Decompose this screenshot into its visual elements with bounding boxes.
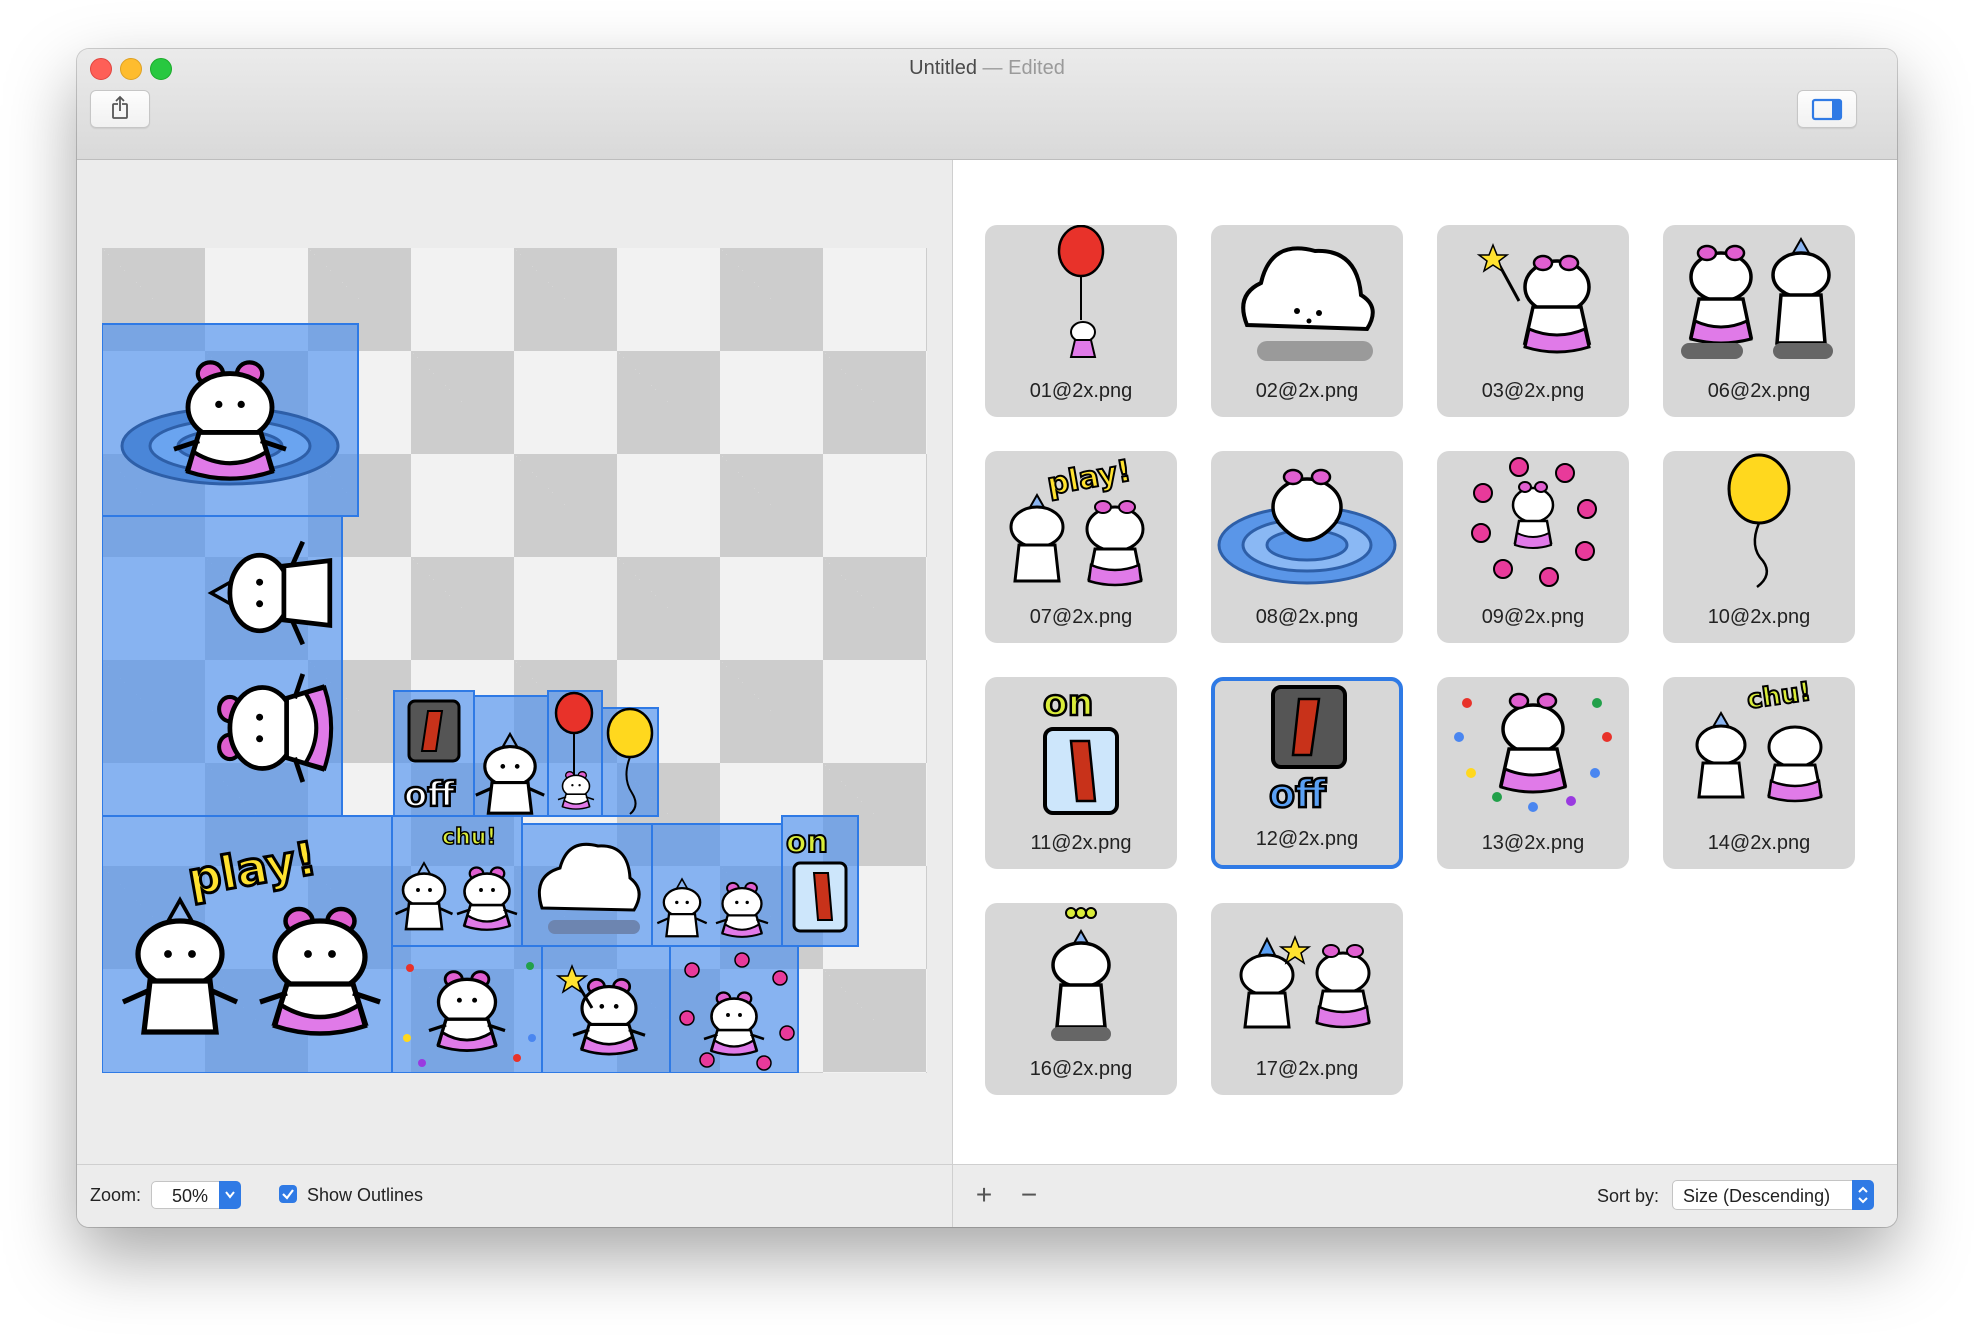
show-outlines-label[interactable]: Show Outlines bbox=[307, 1185, 423, 1206]
sprite-filename: 07@2x.png bbox=[1029, 606, 1133, 628]
sprite-filename: 11@2x.png bbox=[1030, 832, 1132, 854]
sprite-thumbnail: on bbox=[1042, 682, 1119, 815]
share-icon bbox=[112, 95, 128, 119]
main-window: Untitled — Edited play! off chu! on 01@2… bbox=[77, 49, 1897, 1227]
zoom-value: 50% bbox=[172, 1186, 209, 1206]
sprite-tile[interactable]: play! 07@2x.png bbox=[985, 451, 1177, 643]
titlebar: Untitled — Edited bbox=[77, 49, 1897, 160]
sprite-thumbnail bbox=[1239, 934, 1371, 1029]
sprite-tile[interactable]: 08@2x.png bbox=[1211, 451, 1403, 643]
bottom-divider bbox=[952, 1165, 953, 1227]
window-title: Untitled — Edited bbox=[77, 57, 1897, 80]
sprite-tile[interactable]: 13@2x.png bbox=[1437, 677, 1629, 869]
sprite-thumbnail bbox=[1241, 246, 1375, 361]
bottom-bar: Zoom: 50% Show Outlines + − Sort by: Siz… bbox=[77, 1164, 1897, 1227]
sprite-filename: 14@2x.png bbox=[1707, 832, 1811, 854]
sprite-thumbnail bbox=[1057, 225, 1105, 358]
remove-sprite-button[interactable]: − bbox=[1017, 1179, 1041, 1211]
texture-preview-pane: play! off chu! on bbox=[77, 160, 953, 1164]
sprite-filename: 06@2x.png bbox=[1707, 380, 1811, 402]
zoom-combobox[interactable]: 50% bbox=[151, 1181, 241, 1209]
off-label: off bbox=[404, 775, 455, 815]
sprite-tile[interactable]: on 11@2x.png bbox=[985, 677, 1177, 869]
sprite-thumbnail bbox=[1681, 236, 1833, 359]
updown-chevron-icon bbox=[1858, 1186, 1868, 1204]
zoom-dropdown-button[interactable] bbox=[219, 1181, 241, 1209]
sort-stepper[interactable] bbox=[1852, 1180, 1874, 1210]
svg-text:on: on bbox=[1043, 683, 1093, 724]
checkmark-icon bbox=[282, 1189, 294, 1200]
sort-value: Size (Descending) bbox=[1683, 1186, 1831, 1206]
show-outlines-checkbox[interactable] bbox=[279, 1185, 297, 1203]
sprite-tile[interactable]: 02@2x.png bbox=[1211, 225, 1403, 417]
sidebar-toggle-button[interactable] bbox=[1797, 90, 1857, 128]
svg-text:chu!: chu! bbox=[1745, 677, 1813, 715]
add-sprite-button[interactable]: + bbox=[972, 1179, 996, 1211]
sprite-filename: 12@2x.png bbox=[1255, 828, 1359, 850]
sprite-list-pane: 01@2x.png 02@2x.png 03@2x.png 06@2x.png play… bbox=[953, 160, 1897, 1164]
sprite-tile[interactable]: 16@2x.png bbox=[985, 903, 1177, 1095]
sprite-thumbnail: off bbox=[1268, 685, 1347, 817]
sprite-thumbnail bbox=[1454, 692, 1612, 812]
sprite-filename: 16@2x.png bbox=[1029, 1058, 1133, 1080]
sprite-tile[interactable]: off 12@2x.png bbox=[1211, 677, 1403, 869]
sprite-tile[interactable]: chu! 14@2x.png bbox=[1663, 677, 1855, 869]
sidebar-toggle-icon bbox=[1811, 98, 1843, 121]
sprite-filename: 01@2x.png bbox=[1029, 380, 1133, 402]
sprite-tile[interactable]: 17@2x.png bbox=[1211, 903, 1403, 1095]
document-name: Untitled bbox=[909, 57, 977, 79]
svg-text:play!: play! bbox=[1045, 454, 1134, 503]
sprite-filename: 03@2x.png bbox=[1481, 380, 1585, 402]
atlas-overlay: play! off chu! on bbox=[102, 323, 859, 1073]
sprite-tile[interactable]: 06@2x.png bbox=[1663, 225, 1855, 417]
sprite-tile[interactable]: 10@2x.png bbox=[1663, 451, 1855, 643]
edited-indicator: — Edited bbox=[982, 57, 1065, 79]
sprite-filename: 13@2x.png bbox=[1481, 832, 1585, 854]
sprite-thumbnail bbox=[1051, 907, 1111, 1041]
sprite-filename: 10@2x.png bbox=[1707, 606, 1811, 628]
chevron-down-icon bbox=[225, 1191, 235, 1199]
sprite-thumbnail bbox=[1471, 457, 1597, 587]
share-button[interactable] bbox=[90, 90, 150, 128]
sprite-thumbnail: chu! bbox=[1695, 677, 1823, 803]
zoom-label: Zoom: bbox=[90, 1185, 142, 1205]
sprite-tile[interactable]: 01@2x.png bbox=[985, 225, 1177, 417]
texture-atlas-canvas[interactable]: play! off chu! on bbox=[102, 248, 927, 1073]
sprite-filename: 17@2x.png bbox=[1255, 1058, 1359, 1080]
sprite-thumbnail bbox=[1217, 468, 1397, 585]
atlas-sprite-06[interactable] bbox=[102, 515, 343, 817]
chu-label: chu! bbox=[442, 825, 496, 850]
sprite-tile[interactable]: 03@2x.png bbox=[1437, 225, 1629, 417]
sprite-thumbnail bbox=[1476, 242, 1592, 354]
sort-popup-button[interactable]: Size (Descending) bbox=[1672, 1180, 1874, 1210]
sort-label: Sort by: bbox=[1597, 1186, 1660, 1206]
svg-text:off: off bbox=[1269, 772, 1327, 816]
on-label: on bbox=[786, 825, 828, 860]
sprite-thumbnail: play! bbox=[1009, 453, 1145, 587]
sprite-filename: 09@2x.png bbox=[1481, 606, 1585, 628]
sprite-filename: 02@2x.png bbox=[1255, 380, 1359, 402]
sprite-tile[interactable]: 09@2x.png bbox=[1437, 451, 1629, 643]
sprite-filename: 08@2x.png bbox=[1255, 606, 1359, 628]
sprite-thumbnail bbox=[1727, 453, 1791, 588]
